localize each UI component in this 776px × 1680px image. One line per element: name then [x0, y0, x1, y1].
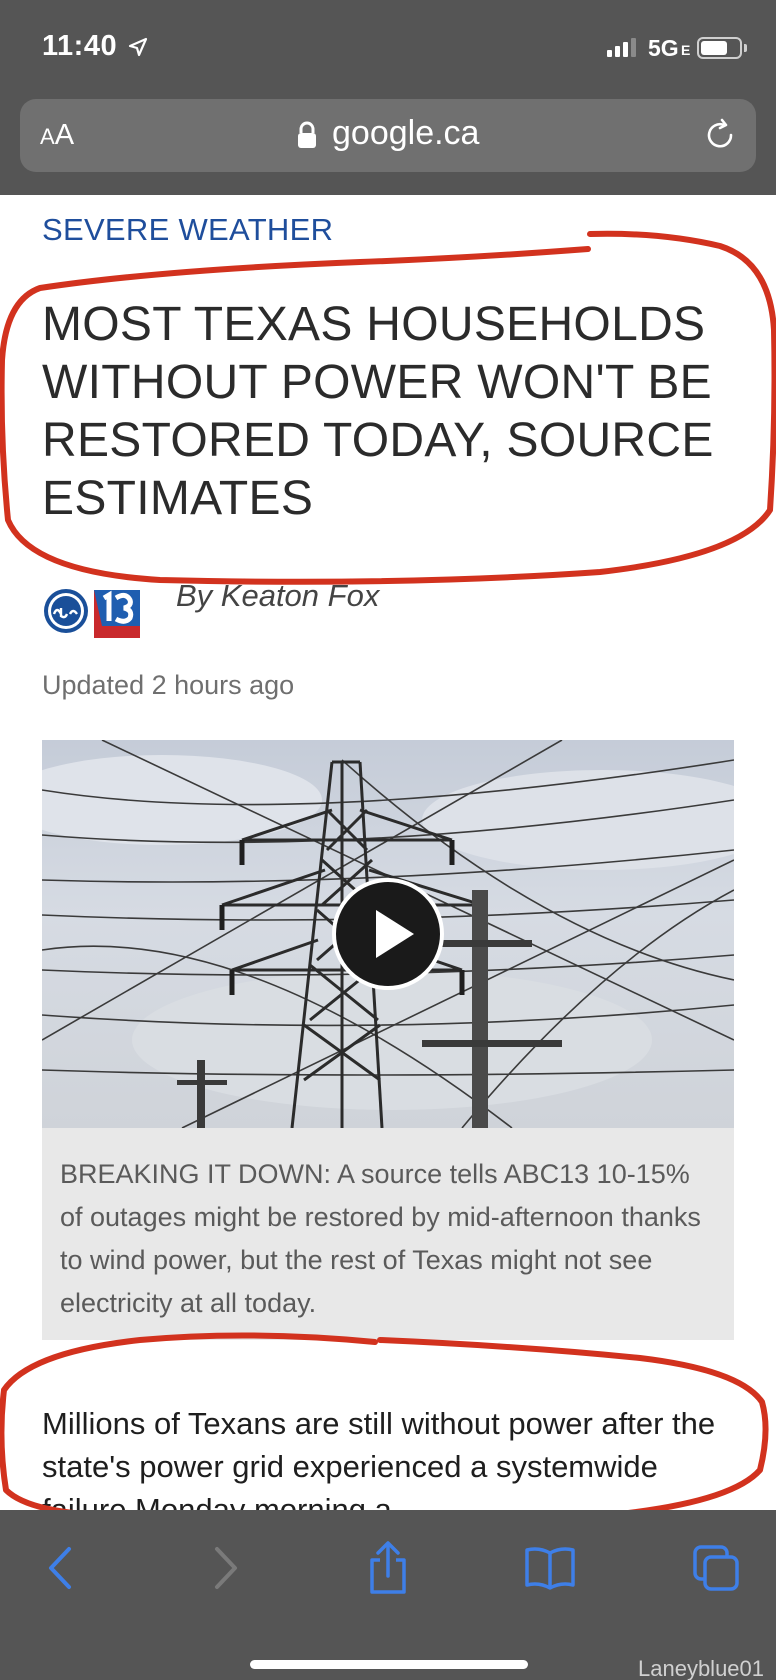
- forward-button[interactable]: [196, 1538, 256, 1598]
- article-headline: MOST TEXAS HOUSEHOLDS WITHOUT POWER WON'…: [42, 298, 714, 525]
- section-label[interactable]: SEVERE WEATHER: [42, 212, 333, 248]
- share-icon: [370, 1541, 406, 1594]
- bookmarks-button[interactable]: [520, 1538, 580, 1598]
- tabs-icon: [693, 1545, 739, 1591]
- battery-icon: [697, 37, 742, 59]
- play-icon: [376, 910, 414, 958]
- article-body-paragraph: Millions of Texans are still without pow…: [42, 1406, 716, 1510]
- tabs-button[interactable]: [686, 1538, 746, 1598]
- location-arrow-icon: [128, 37, 148, 57]
- url-bar[interactable]: AA google.ca: [20, 99, 756, 172]
- url-text[interactable]: google.ca: [332, 114, 479, 153]
- chevron-left-icon: [49, 1547, 71, 1589]
- signal-strength-icon: [607, 37, 636, 57]
- text-size-big-a: A: [54, 119, 75, 151]
- text-size-small-a: A: [40, 124, 55, 149]
- watermark: Laneyblue01: [638, 1656, 765, 1680]
- share-button[interactable]: [358, 1538, 418, 1598]
- browser-bottom-toolbar: Laneyblue01: [0, 1510, 776, 1680]
- text-size-button[interactable]: AA: [40, 119, 74, 152]
- chevron-right-icon: [215, 1547, 237, 1589]
- home-indicator[interactable]: [250, 1660, 528, 1669]
- video-caption: BREAKING IT DOWN: A source tells ABC13 1…: [60, 1159, 701, 1318]
- video-caption-box: BREAKING IT DOWN: A source tells ABC13 1…: [42, 1128, 734, 1340]
- updated-timestamp: Updated 2 hours ago: [42, 670, 295, 700]
- play-button[interactable]: [332, 878, 444, 990]
- back-button[interactable]: [30, 1538, 90, 1598]
- network-type: 5G: [648, 35, 679, 61]
- reload-icon[interactable]: [702, 117, 738, 153]
- article-byline[interactable]: By Keaton Fox: [176, 578, 379, 614]
- abc13-logo[interactable]: abc13: [42, 584, 140, 638]
- video-player[interactable]: [42, 740, 734, 1128]
- network-subtype: E: [681, 42, 691, 58]
- battery-tip: [744, 44, 747, 52]
- status-time: 11:40: [42, 30, 118, 62]
- browser-top-chrome: 11:40 5G E AA google.ca: [0, 0, 776, 195]
- lock-icon: [298, 121, 316, 148]
- book-icon: [525, 1547, 575, 1590]
